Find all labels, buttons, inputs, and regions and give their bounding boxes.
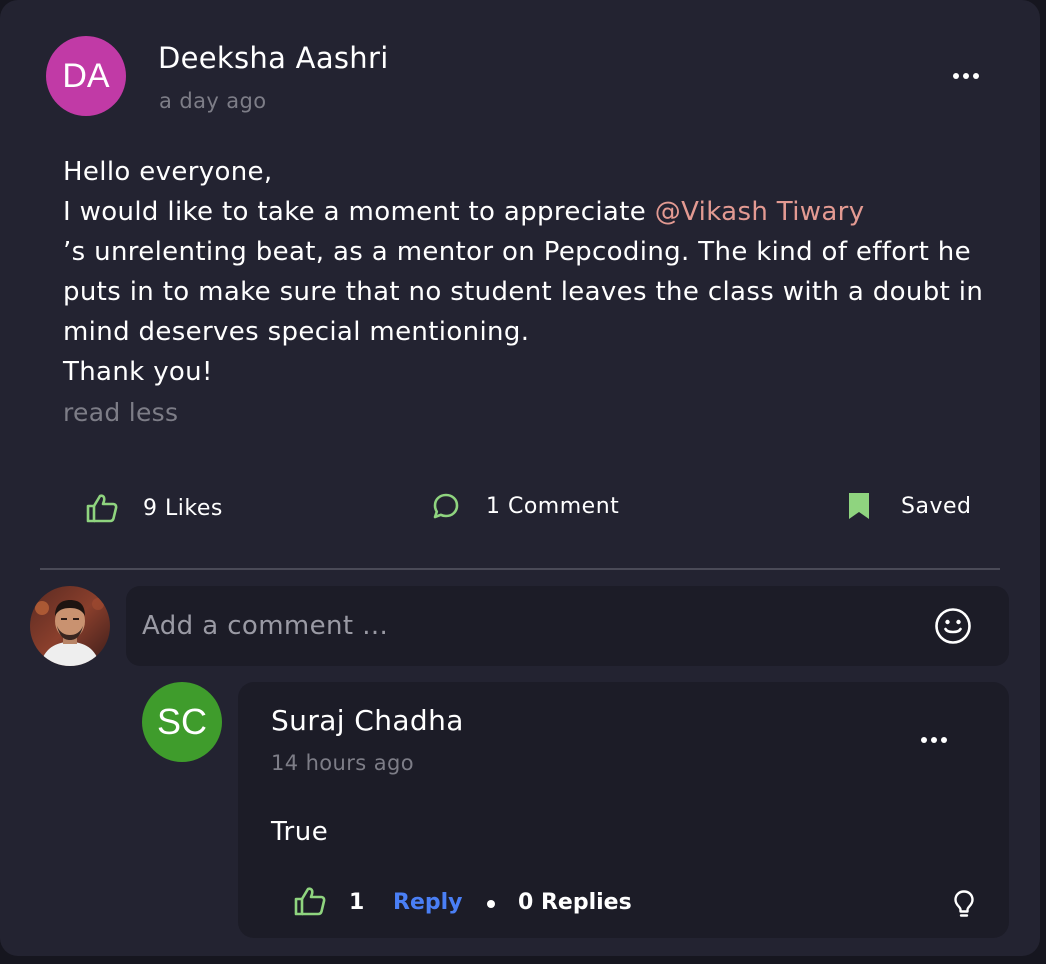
thumbs-up-icon bbox=[294, 887, 326, 916]
post-text-intro: I would like to take a moment to appreci… bbox=[63, 197, 655, 227]
more-dots-icon bbox=[921, 737, 927, 743]
divider bbox=[40, 568, 1000, 570]
likes-count: 9 Likes bbox=[143, 495, 223, 521]
replies-count[interactable]: 0 Replies bbox=[518, 890, 632, 915]
chat-bubble-icon bbox=[433, 493, 459, 519]
lightbulb-icon bbox=[954, 890, 974, 917]
post-paragraph: I would like to take a moment to appreci… bbox=[63, 192, 993, 352]
mention-link[interactable]: @Vikash Tiwary bbox=[655, 197, 865, 227]
author-name[interactable]: Deeksha Aashri bbox=[158, 41, 389, 75]
reply-like-count: 1 bbox=[349, 890, 365, 915]
smiley-icon bbox=[935, 608, 971, 644]
comment-input[interactable] bbox=[142, 586, 922, 666]
idea-button[interactable] bbox=[952, 889, 976, 923]
comment-button[interactable]: 1 Comment bbox=[432, 492, 619, 520]
comments-count: 1 Comment bbox=[486, 493, 620, 519]
current-user-avatar[interactable] bbox=[30, 586, 110, 666]
reply-author-name[interactable]: Suraj Chadha bbox=[271, 704, 464, 737]
emoji-button[interactable] bbox=[934, 607, 972, 649]
reply-text: True bbox=[271, 817, 329, 847]
author-initials: DA bbox=[62, 56, 110, 95]
post-card: DA Deeksha Aashri a day ago Hello everyo… bbox=[0, 0, 1040, 956]
post-greeting: Hello everyone, bbox=[63, 157, 273, 187]
bookmark-icon bbox=[849, 493, 869, 519]
reply-button[interactable]: Reply bbox=[393, 890, 463, 915]
reply-more-options-button[interactable] bbox=[921, 737, 947, 743]
save-button[interactable]: Saved bbox=[847, 492, 971, 520]
like-button[interactable]: 9 Likes bbox=[85, 492, 223, 524]
post-closing: Thank you! bbox=[63, 357, 213, 387]
reply-author-avatar[interactable]: SC bbox=[142, 682, 222, 762]
comment-composer bbox=[126, 586, 1009, 666]
thumbs-up-icon bbox=[86, 494, 118, 523]
user-photo-image bbox=[30, 586, 110, 666]
reply-like-button[interactable] bbox=[293, 885, 327, 921]
more-dots-icon bbox=[953, 73, 959, 79]
post-body: Hello everyone, I would like to take a m… bbox=[63, 152, 993, 392]
post-timestamp: a day ago bbox=[159, 89, 267, 113]
author-avatar[interactable]: DA bbox=[46, 36, 126, 116]
reply-timestamp: 14 hours ago bbox=[271, 751, 414, 775]
separator-dot bbox=[487, 900, 495, 908]
read-less-link[interactable]: read less bbox=[63, 398, 178, 427]
reply-author-initials: SC bbox=[156, 701, 207, 742]
post-text-rest: ’s unrelenting beat, as a mentor on Pepc… bbox=[63, 237, 984, 347]
post-more-options-button[interactable] bbox=[953, 73, 979, 79]
saved-label: Saved bbox=[901, 493, 972, 519]
